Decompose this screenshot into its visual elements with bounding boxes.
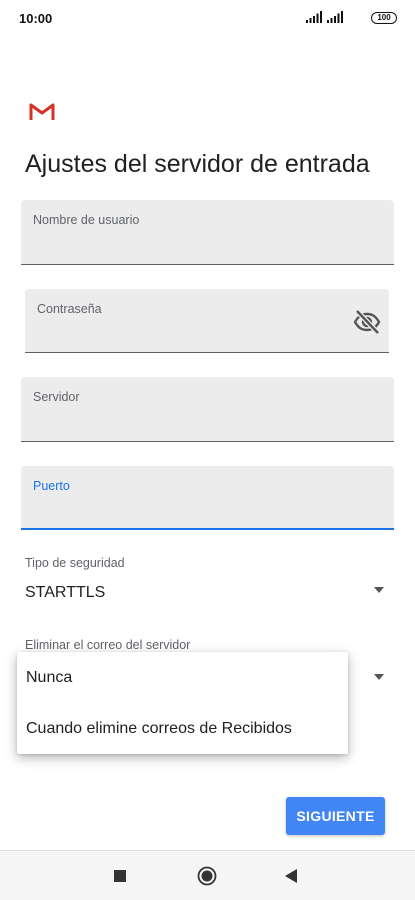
page-title: Ajustes del servidor de entrada	[25, 150, 370, 178]
dropdown-arrow-icon[interactable]	[373, 673, 385, 681]
port-label: Puerto	[33, 479, 70, 493]
home-circle-icon[interactable]	[197, 866, 217, 886]
port-input[interactable]	[33, 502, 382, 522]
username-field[interactable]: Nombre de usuario	[21, 200, 394, 265]
visibility-off-icon[interactable]	[353, 309, 381, 335]
security-type-label: Tipo de seguridad	[25, 556, 125, 570]
username-label: Nombre de usuario	[33, 213, 140, 227]
password-label: Contraseña	[37, 302, 102, 316]
security-type-select[interactable]: Tipo de seguridad STARTTLS	[25, 556, 385, 602]
delete-option-menu: Nunca Cuando elimine correos de Recibido…	[17, 652, 348, 754]
username-input[interactable]	[33, 238, 382, 258]
battery-icon: 100	[371, 12, 397, 24]
status-bar: 10:00 100	[0, 0, 415, 36]
recents-square-icon[interactable]	[114, 870, 126, 882]
server-input[interactable]	[33, 415, 382, 435]
delete-from-server-label: Eliminar el correo del servidor	[25, 638, 191, 652]
delete-from-server-select[interactable]: Eliminar el correo del servidor	[25, 638, 385, 680]
menu-option-on-delete-inbox[interactable]: Cuando elimine correos de Recibidos	[17, 703, 348, 754]
dropdown-arrow-icon[interactable]	[373, 586, 385, 594]
password-field[interactable]: Contraseña	[25, 289, 389, 353]
gmail-logo-icon	[29, 103, 55, 120]
navigation-bar	[0, 850, 415, 900]
next-button[interactable]: SIGUIENTE	[286, 797, 385, 835]
server-label: Servidor	[33, 390, 80, 404]
port-field[interactable]: Puerto	[21, 466, 394, 530]
server-field[interactable]: Servidor	[21, 377, 394, 442]
menu-option-nunca[interactable]: Nunca	[17, 652, 348, 703]
battery-level: 100	[377, 13, 391, 22]
status-time: 10:00	[19, 11, 53, 26]
signal-icon	[306, 11, 322, 23]
security-type-value[interactable]: STARTTLS	[25, 584, 385, 602]
signal-icon	[327, 11, 343, 23]
back-triangle-icon[interactable]	[284, 869, 298, 883]
password-input[interactable]	[37, 326, 345, 346]
